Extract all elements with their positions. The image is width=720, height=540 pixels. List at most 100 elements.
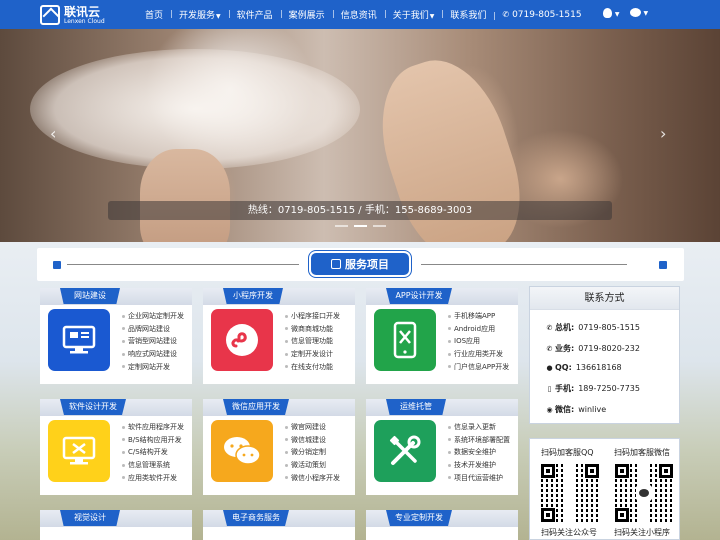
list-item[interactable]: 应用类软件开发: [122, 472, 184, 485]
chevron-right-icon[interactable]: ›: [660, 124, 666, 143]
wechat-icon: [629, 8, 641, 17]
list-item[interactable]: 响应式网站建设: [122, 348, 184, 361]
contact-row: ✆ 总机: 0719-805-1515: [546, 323, 640, 332]
service-card-software[interactable]: 软件设计开发 软件应用程序开发 B/S结构应用开发 C/S结构开发 信息管理系统…: [40, 399, 192, 495]
list-item[interactable]: C/S结构开发: [122, 446, 184, 459]
service-card-custom[interactable]: 专业定制开发: [366, 510, 518, 540]
service-card-app[interactable]: APP设计开发 手机移端APP Android应用 IOS应用 行业应用类开发 …: [366, 288, 518, 384]
main-menu: 首页 开发服务▼ 软件产品 案例展示 信息资讯 关于我们▼ 联系我们 ✆ 0719…: [137, 0, 590, 29]
caret-down-icon: ▼: [216, 13, 221, 20]
nav-software[interactable]: 软件产品: [228, 8, 281, 21]
list-item[interactable]: 企业网站定制开发: [122, 310, 184, 323]
service-card-website[interactable]: 网站建设 企业网站定制开发 品牌网站建设 营销型网站建设 响应式网站建设 定制网…: [40, 288, 192, 384]
nav-qq[interactable]: ▼: [603, 8, 620, 18]
qr-qq-title: 扫码加客服QQ: [541, 448, 594, 457]
list-item[interactable]: 微信小程序开发: [285, 472, 340, 485]
list-item[interactable]: 品牌网站建设: [122, 323, 184, 336]
list-item[interactable]: 信息录入更新: [448, 421, 510, 434]
nav-contact[interactable]: 联系我们: [442, 8, 494, 21]
qq-icon: [603, 8, 612, 18]
list-item[interactable]: 微信城建设: [285, 434, 340, 447]
card-title: 微信应用开发: [223, 399, 289, 415]
list-item[interactable]: 技术开发维护: [448, 459, 510, 472]
service-card-ecommerce[interactable]: 电子商务服务: [203, 510, 355, 540]
wrench-screwdriver-icon: [374, 420, 436, 482]
nav-wechat[interactable]: ▼: [629, 8, 649, 18]
list-item[interactable]: 定制网站开发: [122, 361, 184, 374]
service-card-wechat[interactable]: 微信应用开发 微官网建设 微信城建设 微分销定制 微活动策划 微信小程序开发: [203, 399, 355, 495]
list-item[interactable]: 数据安全维护: [448, 446, 510, 459]
list-item[interactable]: 微活动策划: [285, 459, 340, 472]
card-title: 运维托管: [386, 399, 446, 415]
nav-cases[interactable]: 案例展示: [280, 8, 333, 21]
qr-panel: 扫码加客服QQ 扫码加客服微信 扫码关注公众号 扫码关注小程序: [529, 438, 680, 540]
list-item[interactable]: 定制开发设计: [285, 348, 340, 361]
service-card-miniprogram[interactable]: 小程序开发 小程序接口开发 微商商城功能 信息管理功能 定制开发设计 在线支付功…: [203, 288, 355, 384]
mini-program-icon: [211, 309, 273, 371]
list-item[interactable]: 微分销定制: [285, 446, 340, 459]
qr-wx-title: 扫码加客服微信: [614, 448, 670, 457]
list-item[interactable]: 手机移端APP: [448, 310, 509, 323]
caret-down-icon: ▼: [613, 10, 620, 18]
chat-bubbles-icon: [211, 420, 273, 482]
mobile-icon: ▯: [547, 385, 552, 393]
card-title: 网站建设: [60, 288, 120, 304]
caret-down-icon: ▼: [641, 10, 649, 17]
list-item[interactable]: 在线支付功能: [285, 361, 340, 374]
contact-row: ● QQ: 136618168: [546, 363, 622, 372]
card-title: 小程序开发: [223, 288, 283, 304]
contact-panel: 联系方式 ✆ 总机: 0719-805-1515 ✆ 业务: 0719-8020-232…: [529, 286, 680, 424]
qr-code-wechat: [615, 464, 673, 522]
phone-icon: ✆: [502, 9, 510, 19]
card-title: 专业定制开发: [386, 510, 452, 526]
nav-news[interactable]: 信息资讯: [332, 8, 385, 21]
nav-home[interactable]: 首页: [137, 8, 171, 21]
monitor-tools-icon: [48, 420, 110, 482]
list-item[interactable]: Android应用: [448, 323, 509, 336]
qr-qq-caption: 扫码关注公众号: [541, 528, 597, 537]
phone-icon: ✆: [546, 345, 553, 353]
nav-phone[interactable]: ✆ 0719-805-1515: [494, 10, 589, 20]
list-item[interactable]: 门户信息APP开发: [448, 361, 509, 374]
list-item[interactable]: 行业应用类开发: [448, 348, 509, 361]
service-card-visual[interactable]: 视觉设计: [40, 510, 192, 540]
list-item[interactable]: 信息管理功能: [285, 335, 340, 348]
wechat-icon: [636, 485, 652, 501]
wechat-icon: ◉: [546, 406, 553, 414]
list-item[interactable]: 营销型网站建设: [122, 335, 184, 348]
slide-dot-active[interactable]: [354, 225, 367, 227]
card-title: APP设计开发: [386, 288, 452, 304]
edit-icon: [331, 259, 341, 269]
list-item[interactable]: 系统环境部署配置: [448, 434, 510, 447]
monitor-icon: [48, 309, 110, 371]
section-title: 服务项目: [311, 253, 409, 275]
chevron-left-icon[interactable]: ‹: [50, 124, 56, 143]
contact-title: 联系方式: [530, 287, 679, 310]
list-item[interactable]: 微官网建设: [285, 421, 340, 434]
card-title: 电子商务服务: [223, 510, 289, 526]
qr-code-qq: [541, 464, 599, 522]
top-nav: 联讯云 Lenxen Cloud 首页 开发服务▼ 软件产品 案例展示 信息资讯…: [0, 0, 720, 29]
card-title: 视觉设计: [60, 510, 120, 526]
slide-dot[interactable]: [335, 225, 348, 227]
list-item[interactable]: 微商商城功能: [285, 323, 340, 336]
caret-down-icon: ▼: [429, 13, 435, 20]
slide-indicators: [335, 225, 386, 227]
nav-about[interactable]: 关于我们▼: [384, 8, 443, 21]
list-item[interactable]: IOS应用: [448, 335, 509, 348]
card-title: 软件设计开发: [60, 399, 126, 415]
list-item[interactable]: B/S结构应用开发: [122, 434, 184, 447]
list-item[interactable]: 软件应用程序开发: [122, 421, 184, 434]
contact-row: ◉ 微信: winlive: [546, 405, 607, 414]
phone-tools-icon: [374, 309, 436, 371]
list-item[interactable]: 项目代运营维护: [448, 472, 510, 485]
list-item[interactable]: 小程序接口开发: [285, 310, 340, 323]
logo-name: 联讯云: [64, 4, 101, 19]
hero-banner: ‹ › 热线：0719-805-1515 / 手机：155-8689-3003: [0, 29, 720, 242]
service-card-ops[interactable]: 运维托管 信息录入更新 系统环境部署配置 数据安全维护 技术开发维护 项目代运营…: [366, 399, 518, 495]
nav-dev-services[interactable]: 开发服务▼: [171, 8, 229, 21]
phone-icon: ✆: [546, 324, 553, 332]
list-item[interactable]: 信息管理系统: [122, 459, 184, 472]
slide-dot[interactable]: [373, 225, 386, 227]
logo[interactable]: 联讯云 Lenxen Cloud: [40, 5, 105, 25]
